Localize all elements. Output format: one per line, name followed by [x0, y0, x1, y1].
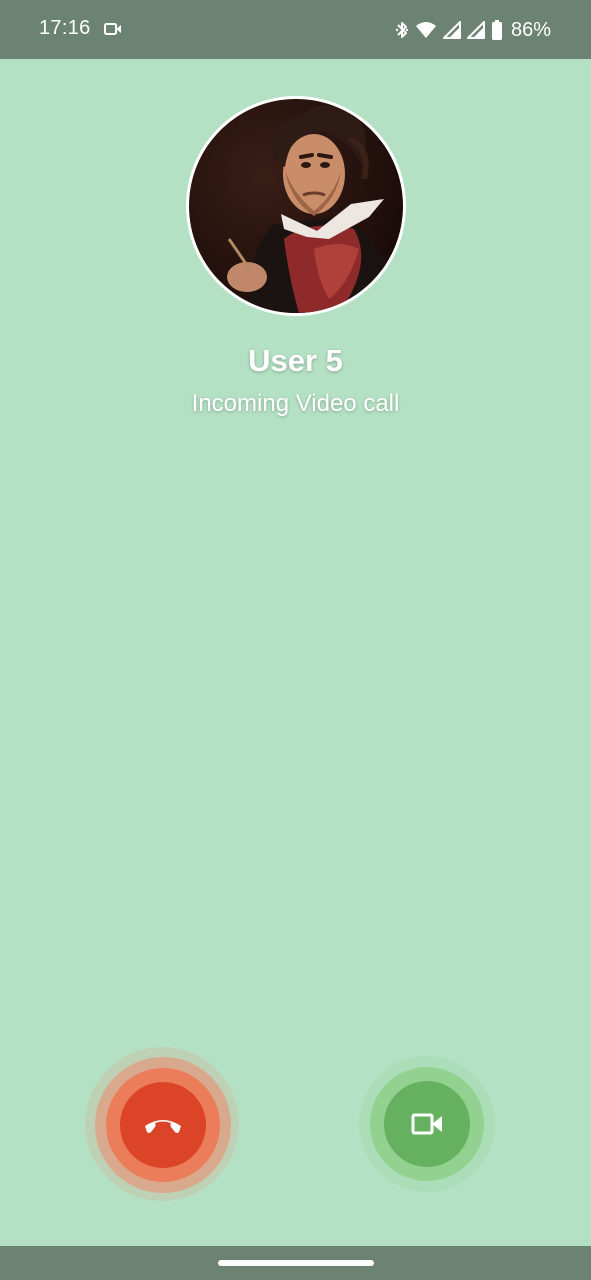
battery-icon: [491, 20, 502, 40]
hang-up-phone-icon: [145, 1120, 181, 1133]
video-camera-icon: [411, 1113, 442, 1135]
status-bar: 17:16 86%: [0, 0, 591, 59]
signal-icon: [442, 21, 461, 39]
decline-call-button[interactable]: [120, 1082, 206, 1168]
caller-name: User 5: [248, 343, 343, 378]
bluetooth-icon: [395, 22, 409, 38]
wifi-icon: [415, 22, 436, 38]
signal-icon: [466, 21, 485, 39]
caller-avatar-frame: [186, 96, 406, 316]
video-camera-icon: [104, 23, 121, 35]
status-time: 17:16: [39, 17, 91, 39]
status-icons: 86%: [395, 17, 551, 43]
navigation-bar: [0, 1246, 591, 1280]
battery-percent: 86%: [510, 18, 551, 41]
home-indicator[interactable]: [218, 1260, 374, 1266]
accept-video-call-button[interactable]: [384, 1081, 470, 1167]
call-status: Incoming Video call: [191, 390, 400, 417]
portrait-avatar: [189, 99, 403, 313]
